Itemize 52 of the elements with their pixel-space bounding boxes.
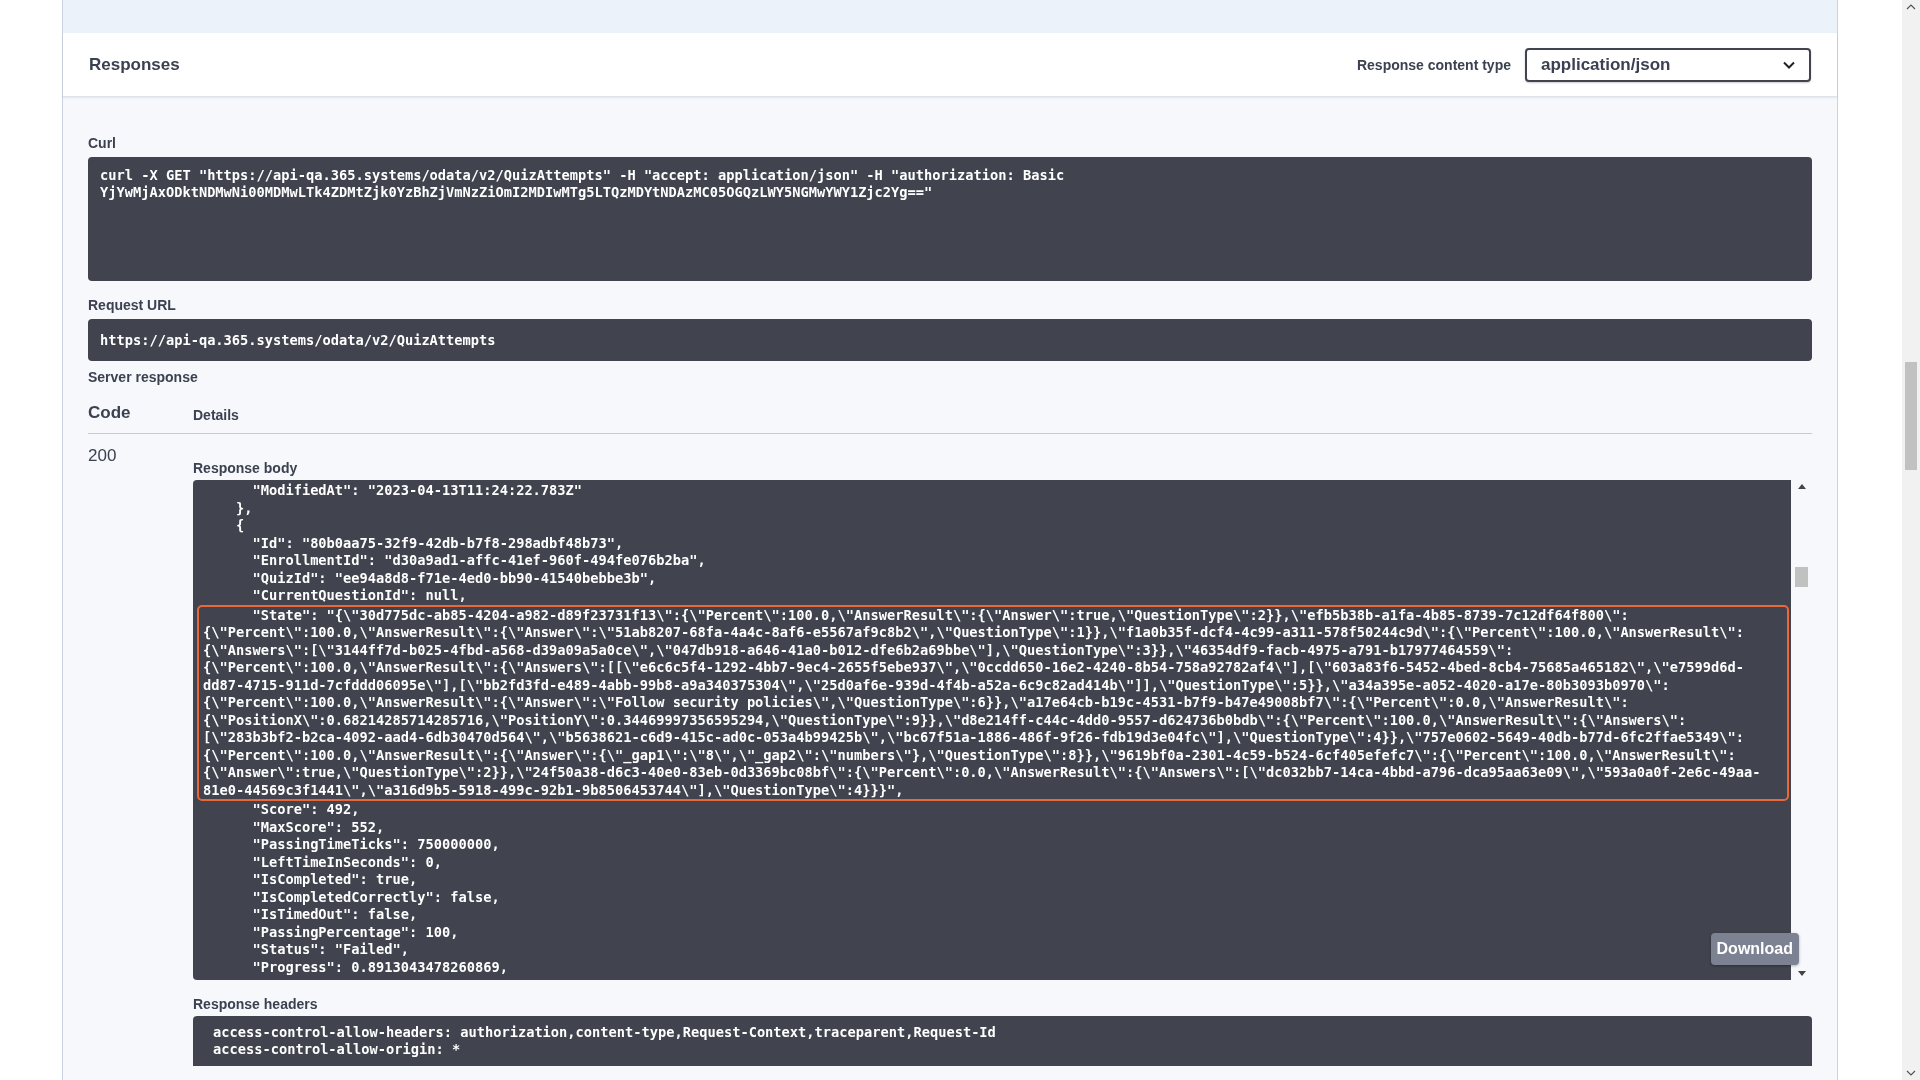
code-line: },	[234, 499, 253, 517]
code-line: "QuizId": "ee94a8d8-f71e-4ed0-bb90-41540bebbe3b",	[251, 569, 657, 587]
code-line: "IsCompleted": true,	[251, 871, 418, 889]
code-line: "ModifiedAt": "2023-04-13T11:24:22.783Z"	[251, 482, 583, 500]
content-type-dropdown[interactable]: application/json	[1525, 47, 1811, 82]
code-line: "IsCompletedCorrectly": false,	[251, 888, 500, 906]
code-line: access-control-allow-headers: authorization,content-type,Request-Context,traceparent,Request-Id	[213, 1024, 996, 1041]
code-line: "LeftTimeInSeconds": 0,	[251, 853, 442, 871]
code-line: https://api-qa.365.systems/odata/v2/QuizAttempts	[100, 332, 496, 348]
scrollbar-thumb[interactable]	[1905, 362, 1917, 470]
code-line: YjYwMjAxODktNDMwNi00MDMwLTk4ZDMtZjk0YzBhZjVmNzZiOmI2MDIwMTg5LTQzMDYtNDAzMC05OGQzLWY5NGMwYWY1Zjc2Yg=="	[100, 184, 933, 201]
download-button[interactable]: Download	[1710, 933, 1799, 965]
scroll-down-icon[interactable]	[1906, 1070, 1916, 1076]
chevron-down-icon	[1783, 60, 1795, 69]
code-line: {\"Percent\":100.0,\"AnswerResult\":{\"Answer\":\"51ab8207-68fa-4a4c-8af6-e5567af9c8b2\",\"QuestionType\":1}},\"f1a0b35f-dcf4-4c99-a311-578f50244c9d\":{\"Percent\":100.0,\"AnswerResult\":	[203, 624, 1744, 642]
scrollbar-thumb[interactable]	[1795, 567, 1808, 587]
code-line: "EnrollmentId": "d30a9ad1-affc-41ef-960f-494fe076b2ba",	[251, 552, 706, 570]
code-line: "PassingPercentage": 100,	[251, 923, 459, 941]
section-label: Response body	[193, 460, 299, 476]
code-line: "IsTimedOut": false,	[251, 906, 418, 924]
scroll-up-icon[interactable]	[1906, 4, 1916, 10]
code-line: 81e0-44569c3f1441\",\"a316d9b5-5918-499c-92b1-9b8506453744\"],\"QuestionType\":4}}}",	[203, 781, 904, 799]
status-code: 200	[88, 445, 118, 467]
scroll-up-icon[interactable]	[1797, 484, 1806, 489]
code-line: {\"Answer\":true,\"QuestionType\":2}},\"24f50a38-d6c3-40e0-83eb-0d3369bc08bf\":{\"Percent\":0.0,\"AnswerResult\":{\"Answers\":[\"dc032bb7-14ca-4bbd-a796-dca95aa63e09\",\"593a0a0f-2e6c-49aa-	[203, 764, 1761, 782]
code-line: "Status": "Failed",	[251, 941, 409, 959]
section-label: Request URL	[88, 297, 177, 313]
code-line: {	[234, 517, 245, 535]
code-line: "MaxScore": 552,	[251, 818, 385, 836]
code-line: "State": "{\"30d775dc-ab85-4204-a982-d89f23731f13\":{\"Percent\":100.0,\"AnswerResult\":{\"Answer\":true,\"QuestionType\":2}},\"efb5b38b-a1fa-4b85-8739-7c12df64f800\":	[251, 606, 1629, 624]
code-line: "CurrentQuestionId": null,	[251, 587, 467, 605]
section-label: Response headers	[193, 996, 319, 1012]
code-line: "Id": "80b0aa75-32f9-42db-b7f8-298adbf48b73",	[251, 534, 624, 552]
code-line: {\"PositionX\":0.68214285714285716,\"PositionY\":0.34469997356595294,\"QuestionType\":9}},\"d8e214ff-c44c-4dd0-9557-d624736b0bdb\":{\"Percent\":100.0,\"AnswerResult\":{\"Answers\":	[203, 711, 1687, 729]
code-line: {\"Percent\":100.0,\"AnswerResult\":{\"Answers\":[[\"e6c6c5f4-1292-4bb7-9ec4-2655f5ebe937\",\"0ccdd650-16e2-4240-8b54-758a92782af4\"],[\"603a83f6-5452-4bed-8cb4-75685a465182\",\"e7599d6d-	[203, 659, 1744, 677]
code-line: dd87-4715-911d-7cfddd06095e\"],[\"bb2fd3fd-e489-4abb-99b8-a9a340375304\",\"25d0af6e-939d-4f4b-a52a-6c9c82ad414b\"]],\"QuestionType\":5}},\"a34a395e-a052-4020-a17e-80b3093b0970\":	[203, 676, 1670, 694]
code-line: curl -X GET "https://api-qa.365.systems/odata/v2/QuizAttempts" -H "accept: application/json" -H "authorization: Basic	[100, 167, 1065, 184]
code-line: [\"283b3bf2-b2ca-4092-aad4-6db30470d564\",\"b5638621-c6d9-415c-ad0c-053a4b99425b\",\"bc67f51a-1886-486f-9f26-fdb19d3e04fc\"],\"QuestionType\":4}},\"757e0602-5649-40db-b77d-6fc2ffae5349\":	[203, 729, 1744, 747]
section-label: Server response	[88, 369, 199, 385]
scroll-down-icon[interactable]	[1797, 971, 1806, 976]
column-header: Details	[193, 407, 239, 423]
code-line: {\"Answers\":[\"3144ff7d-b025-4fbd-a568-d39a09a5a0ce\",\"047db918-a646-41a0-b012-dfe6b2a69bbe\"],\"QuestionType\":3}},\"46354df9-facb-4975-a791-b17977464559\":	[203, 641, 1514, 659]
section-label: Curl	[88, 135, 117, 151]
code-line: {\"Percent\":100.0,\"AnswerResult\":{\"Answer\":\"Follow security policies\",\"QuestionType\":6}},\"a17e64cb-b19c-4531-b7f9-b47e49008bf7\":{\"Percent\":0.0,\"AnswerResult\":	[203, 694, 1629, 712]
section-title: Responses	[89, 54, 180, 75]
code-line: {\"Percent\":100.0,\"AnswerResult\":{\"Answer\":{\"_gap1\":\"8\",\"_gap2\":\"numbers\"},\"QuestionType\":8}},\"9619bf0a-2301-4c59-b524-6cf405efefc7\":{\"Percent\":100.0,\"AnswerResult\":	[203, 746, 1736, 764]
field-label: Response content type	[1356, 56, 1511, 73]
code-line: access-control-allow-origin: *	[213, 1041, 461, 1058]
code-line: "Score": 492,	[251, 801, 360, 819]
code-line: "Progress": 0.8913043478260869,	[251, 958, 508, 976]
column-header: Code	[88, 403, 132, 423]
code-line: "PassingTimeTicks": 750000000,	[251, 836, 500, 854]
